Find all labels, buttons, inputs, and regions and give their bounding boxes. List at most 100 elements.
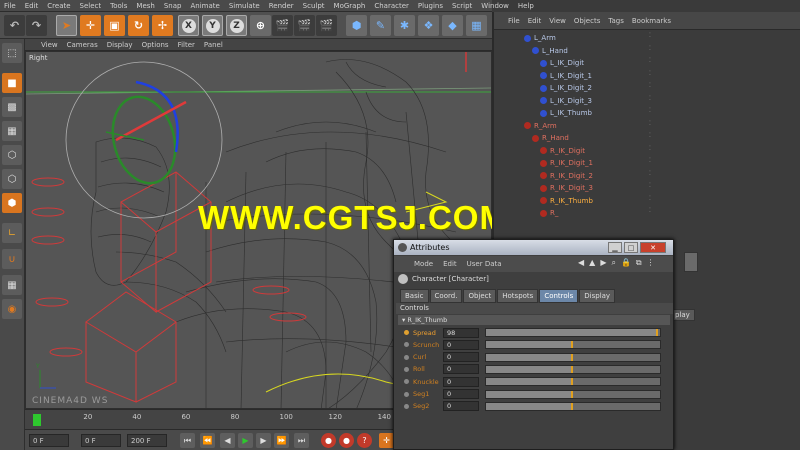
- tab-coord[interactable]: Coord.: [429, 289, 463, 303]
- parameter-value-field[interactable]: 0: [443, 401, 479, 412]
- menu-window[interactable]: Window: [481, 2, 509, 10]
- slider-handle[interactable]: [656, 329, 659, 336]
- menu-character[interactable]: Character: [374, 2, 409, 10]
- forward-arrow-icon[interactable]: ▶: [600, 258, 606, 268]
- goto-end-button[interactable]: ⏭: [294, 433, 309, 448]
- tree-item[interactable]: R_IK_Digit_1: [540, 157, 593, 169]
- move-button[interactable]: ✛: [80, 15, 101, 36]
- parameter-slider[interactable]: [485, 401, 661, 411]
- menu-file[interactable]: File: [4, 2, 16, 10]
- new-window-icon[interactable]: ⧉: [636, 258, 642, 268]
- animate-dot-icon[interactable]: [404, 366, 409, 372]
- visibility-dots-icon[interactable]: ⁚: [649, 107, 661, 119]
- playhead-marker[interactable]: [33, 414, 41, 426]
- menu-plugins[interactable]: Plugins: [418, 2, 443, 10]
- axis-mode-button[interactable]: ∟: [2, 223, 22, 243]
- tree-item[interactable]: L_IK_Digit_1: [540, 70, 592, 82]
- visibility-dots-icon[interactable]: ⁚: [649, 207, 661, 219]
- visibility-dots-icon[interactable]: ⁚: [649, 82, 661, 94]
- menu-edit[interactable]: Edit: [25, 2, 39, 10]
- maximize-button[interactable]: □: [624, 242, 638, 253]
- start-frame-field[interactable]: 0 F: [29, 434, 69, 447]
- model-mode-button[interactable]: ■: [2, 73, 22, 93]
- viewport-menu-cameras[interactable]: Cameras: [67, 41, 98, 49]
- prev-frame-button[interactable]: ◀: [220, 433, 235, 448]
- tree-item[interactable]: R_IK_Digit: [540, 145, 585, 157]
- recent-tool-button[interactable]: ✢: [152, 15, 173, 36]
- subdivision-button[interactable]: ✱: [394, 15, 415, 36]
- visibility-dots-icon[interactable]: ⁚: [649, 32, 661, 44]
- menu-snap[interactable]: Snap: [164, 2, 182, 10]
- animate-dot-icon[interactable]: [404, 342, 409, 348]
- parameter-value-field[interactable]: 0: [443, 376, 479, 387]
- parameter-slider[interactable]: [485, 352, 661, 362]
- slider-handle[interactable]: [571, 378, 573, 386]
- parameter-value-field[interactable]: 0: [443, 352, 479, 363]
- animate-dot-icon[interactable]: [404, 379, 409, 385]
- parameter-slider[interactable]: [485, 340, 661, 350]
- menu-sculpt[interactable]: Sculpt: [303, 2, 325, 10]
- slider-handle[interactable]: [571, 390, 573, 398]
- minimize-button[interactable]: ▁: [608, 242, 622, 253]
- floor-button[interactable]: ▦: [466, 15, 487, 36]
- parameter-value-field[interactable]: 0: [443, 364, 479, 375]
- live-selection-button[interactable]: ➤: [56, 15, 77, 36]
- cloner-button[interactable]: ❖: [418, 15, 439, 36]
- animate-dot-icon[interactable]: [404, 354, 409, 360]
- visibility-dots-icon[interactable]: ⁚: [649, 182, 661, 194]
- visibility-dots-icon[interactable]: ⁚: [649, 57, 661, 69]
- search-icon[interactable]: ⌕: [611, 258, 615, 268]
- parameter-slider[interactable]: [485, 328, 661, 337]
- render-picture-viewer-button[interactable]: 🎬: [294, 15, 315, 36]
- more-icon[interactable]: ⋮: [647, 258, 655, 268]
- undo-button[interactable]: ↶: [4, 15, 25, 36]
- parameter-value-field[interactable]: 0: [443, 339, 479, 350]
- coordinate-system-button[interactable]: ⊕: [250, 15, 271, 36]
- menu-mograph[interactable]: MoGraph: [334, 2, 366, 10]
- slider-handle[interactable]: [571, 341, 573, 349]
- menu-animate[interactable]: Animate: [190, 2, 219, 10]
- viewport-menu-options[interactable]: Options: [142, 41, 169, 49]
- cube-button[interactable]: ⬢: [346, 15, 367, 36]
- points-mode-button[interactable]: ⬡: [2, 145, 22, 165]
- object-menu-bookmarks[interactable]: Bookmarks: [632, 17, 671, 25]
- current-frame-field[interactable]: 0 F: [81, 434, 121, 447]
- deformer-button[interactable]: ◆: [442, 15, 463, 36]
- keyframe-selection-button[interactable]: ?: [357, 433, 372, 448]
- next-key-button[interactable]: ⏩: [274, 433, 289, 448]
- object-menu-file[interactable]: File: [508, 17, 520, 25]
- menu-simulate[interactable]: Simulate: [229, 2, 260, 10]
- parameter-value-field[interactable]: 98: [443, 327, 479, 338]
- object-menu-tags[interactable]: Tags: [608, 17, 624, 25]
- play-button[interactable]: ▶: [238, 433, 253, 448]
- record-button[interactable]: ●: [321, 433, 336, 448]
- attributes-menu-user-data[interactable]: User Data: [467, 260, 502, 268]
- play-side-button[interactable]: play: [671, 309, 695, 321]
- parameter-slider[interactable]: [485, 377, 661, 387]
- animate-dot-icon[interactable]: [404, 403, 409, 409]
- object-menu-view[interactable]: View: [549, 17, 566, 25]
- tab-object[interactable]: Object: [463, 289, 497, 303]
- y-axis-button[interactable]: Y: [202, 15, 223, 36]
- menu-render[interactable]: Render: [269, 2, 294, 10]
- parameter-slider[interactable]: [485, 389, 661, 399]
- scale-button[interactable]: ▣: [104, 15, 125, 36]
- tree-item[interactable]: L_Arm: [524, 32, 556, 44]
- visibility-dots-icon[interactable]: ⁚: [649, 145, 661, 157]
- animate-dot-icon[interactable]: [404, 391, 409, 397]
- attributes-menu-mode[interactable]: Mode: [414, 260, 433, 268]
- object-menu-edit[interactable]: Edit: [528, 17, 542, 25]
- tree-item[interactable]: L_IK_Digit_2: [540, 82, 592, 94]
- tree-item[interactable]: R_IK_Thumb: [540, 195, 593, 207]
- goto-start-button[interactable]: ⏮: [180, 433, 195, 448]
- z-axis-button[interactable]: Z: [226, 15, 247, 36]
- group-header[interactable]: ▾ R_IK_Thumb: [398, 315, 670, 325]
- polygons-mode-button[interactable]: ⬢: [2, 193, 22, 213]
- tag-icon[interactable]: [684, 252, 698, 272]
- tab-hotspots[interactable]: Hotspots: [497, 289, 539, 303]
- lock-icon[interactable]: 🔒: [621, 258, 631, 268]
- tree-item[interactable]: R_Hand: [532, 132, 569, 144]
- slider-handle[interactable]: [571, 365, 573, 373]
- tree-item[interactable]: L_Hand: [532, 45, 568, 57]
- menu-create[interactable]: Create: [47, 2, 70, 10]
